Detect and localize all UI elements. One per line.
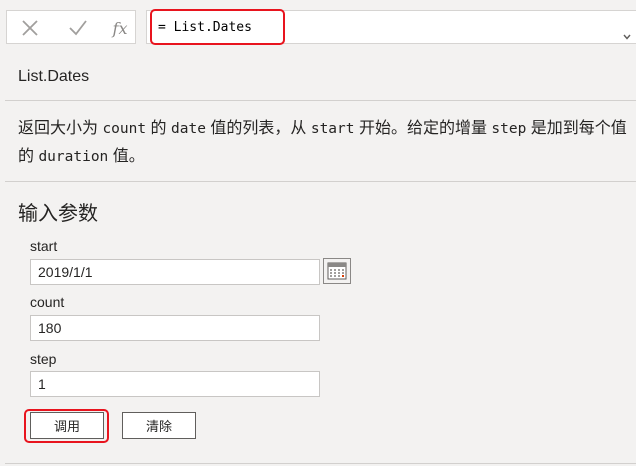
step-label: step: [30, 351, 57, 367]
count-label: count: [30, 294, 65, 310]
fx-icon[interactable]: fx: [109, 17, 131, 39]
divider: [5, 463, 636, 464]
desc-code-duration: duration: [38, 149, 109, 165]
divider: [5, 100, 636, 101]
start-label: start: [30, 238, 58, 254]
desc-text: 的: [146, 120, 172, 137]
step-input[interactable]: 1: [30, 371, 320, 397]
desc-code-date: date: [171, 121, 206, 137]
divider: [5, 181, 636, 182]
formula-input[interactable]: = List.Dates: [146, 10, 636, 44]
close-icon[interactable]: [19, 17, 41, 39]
function-description: 返回大小为 count 的 date 值的列表，从 start 开始。给定的增量…: [18, 115, 633, 171]
chevron-down-icon[interactable]: [622, 29, 632, 40]
formula-bar: fx = List.Dates: [0, 0, 636, 50]
desc-text: 值的列表，从: [205, 120, 311, 137]
function-name: List.Dates: [18, 68, 90, 85]
check-icon[interactable]: [67, 17, 89, 39]
desc-text: 返回大小为: [18, 120, 103, 137]
clear-button[interactable]: 清除: [122, 412, 196, 439]
count-input[interactable]: 180: [30, 315, 320, 341]
start-input[interactable]: 2019/1/1: [30, 259, 320, 285]
invoke-button[interactable]: 调用: [30, 412, 104, 439]
desc-code-start: start: [310, 121, 355, 137]
desc-text: 值。: [108, 148, 145, 165]
desc-code-count: count: [102, 121, 147, 137]
desc-text: 开始。给定的增量: [354, 120, 492, 137]
formula-controls: fx: [6, 10, 136, 44]
parameters-heading: 输入参数: [18, 203, 98, 225]
desc-code-step: step: [491, 121, 527, 137]
calendar-icon[interactable]: [323, 258, 351, 284]
formula-text: = List.Dates: [158, 20, 252, 35]
